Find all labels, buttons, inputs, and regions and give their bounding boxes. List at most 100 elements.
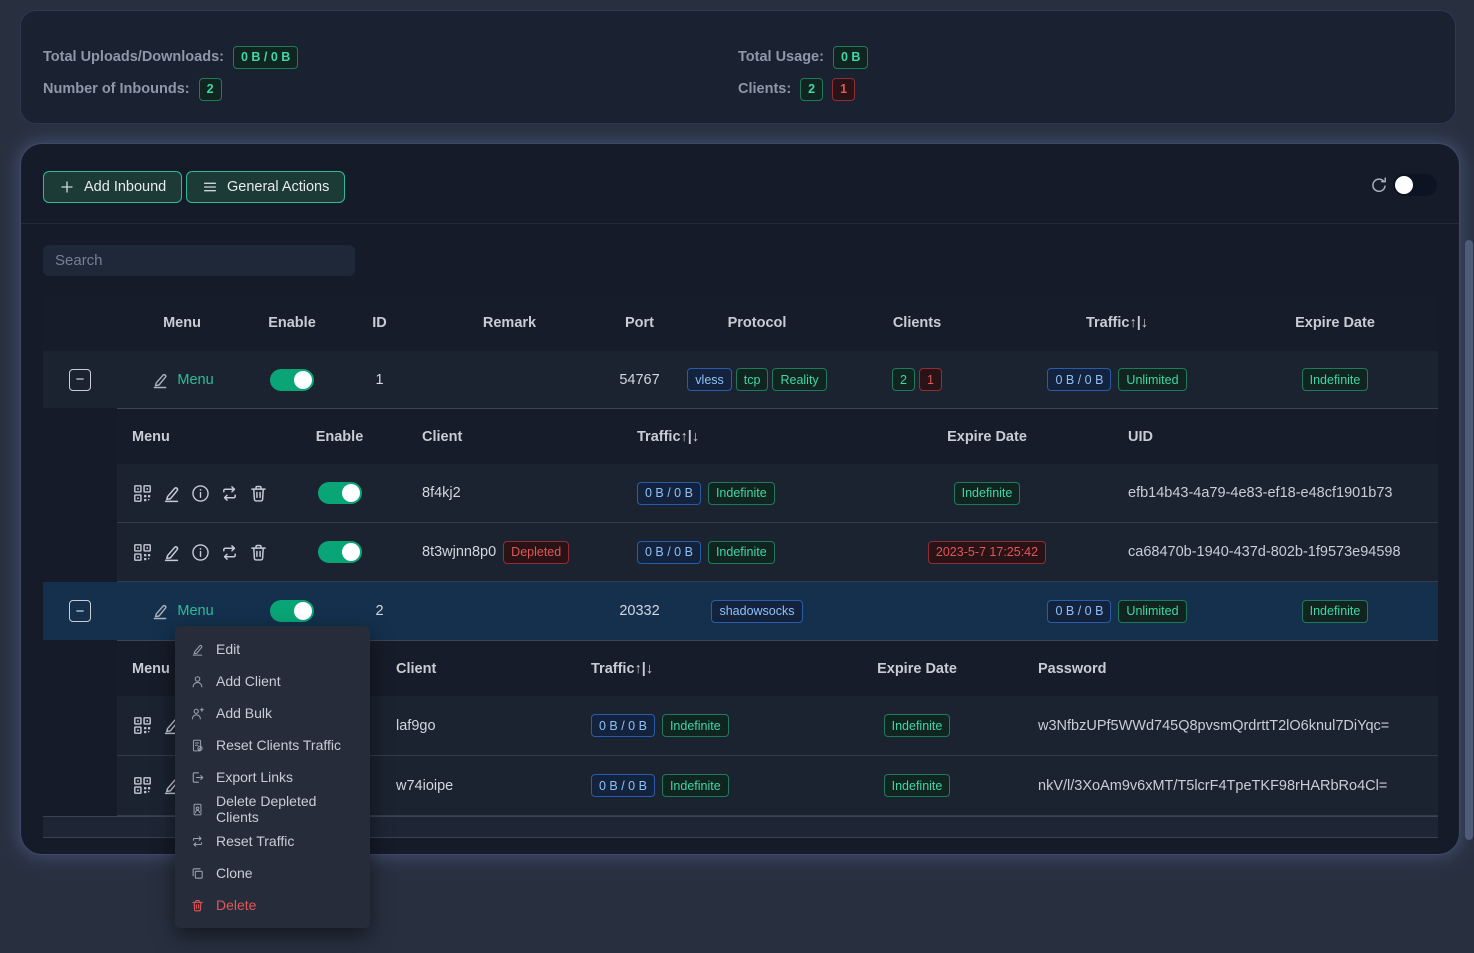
- remark-cell: [422, 351, 597, 408]
- clients-active-badge: 2: [800, 78, 823, 101]
- col-remark: Remark: [422, 295, 597, 351]
- expire-badge: Indefinite: [884, 774, 951, 797]
- col-uid: UID: [1072, 409, 1438, 464]
- expire-cell: Indefinite: [842, 756, 992, 815]
- traffic-limit-badge: Unlimited: [1118, 368, 1186, 391]
- delete-icon[interactable]: [248, 483, 269, 504]
- traffic-badge: 0 B / 0 B: [591, 774, 655, 797]
- port-cell: 20332: [597, 582, 682, 640]
- qr-code-icon[interactable]: [132, 542, 153, 563]
- info-icon[interactable]: [190, 483, 211, 504]
- client-name: laf9go: [382, 696, 582, 755]
- qr-code-icon[interactable]: [132, 715, 153, 736]
- qr-code-icon[interactable]: [132, 775, 153, 796]
- client-row: 8f4kj2 0 B / 0 B Indefinite Indefinite e…: [117, 464, 1438, 523]
- menu-item-add-bulk[interactable]: Add Bulk: [175, 697, 370, 729]
- protocol-badge: shadowsocks: [711, 600, 802, 623]
- expire-cell: Indefinite: [842, 696, 992, 755]
- enable-toggle[interactable]: [318, 541, 362, 563]
- menu-item-clone[interactable]: Clone: [175, 857, 370, 889]
- edit-icon[interactable]: [161, 542, 182, 563]
- reset-traffic-icon[interactable]: [219, 542, 240, 563]
- traffic-badge: 0 B / 0 B: [637, 482, 701, 505]
- client-actions: [117, 483, 297, 504]
- panel-toggle[interactable]: [1393, 174, 1437, 196]
- search-input[interactable]: [43, 245, 355, 276]
- reset-clients-traffic-icon: [190, 738, 205, 753]
- expire-cell: Indefinite: [1232, 582, 1438, 640]
- scrollbar-thumb[interactable]: [1465, 240, 1473, 840]
- traffic-cell: 0 B / 0 B Indefinite: [612, 464, 902, 522]
- edit-icon[interactable]: [161, 483, 182, 504]
- delete-icon[interactable]: [248, 542, 269, 563]
- info-icon[interactable]: [190, 542, 211, 563]
- add-inbound-label: Add Inbound: [84, 179, 166, 195]
- add-client-icon: [190, 674, 205, 689]
- clients-depleted-badge: 1: [832, 78, 855, 101]
- menu-item-reset-clients-traffic[interactable]: Reset Clients Traffic: [175, 729, 370, 761]
- table-header-row: Menu Enable ID Remark Port Protocol Clie…: [43, 295, 1438, 351]
- client-uid: ca68470b-1940-437d-802b-1f9573e94598: [1072, 523, 1438, 581]
- collapse-row-button[interactable]: −: [69, 600, 91, 622]
- expire-badge: Indefinite: [1302, 368, 1369, 391]
- collapse-row-button[interactable]: −: [69, 369, 91, 391]
- protocol-badge: vless: [687, 368, 731, 391]
- traffic-cell: 0 B / 0 B Unlimited: [1002, 351, 1232, 408]
- enable-toggle[interactable]: [270, 369, 314, 391]
- stat-total-uploads-downloads: Total Uploads/Downloads: 0 B / 0 B: [43, 45, 298, 69]
- col-menu: Menu: [117, 409, 297, 464]
- stat-label: Total Uploads/Downloads:: [43, 49, 224, 65]
- traffic-cell: 0 B / 0 B Indefinite: [582, 696, 842, 755]
- col-enable: Enable: [297, 409, 382, 464]
- toolbar-divider: [21, 223, 1459, 224]
- col-id: ID: [337, 295, 422, 351]
- clone-icon: [190, 866, 205, 881]
- menu-item-reset-traffic[interactable]: Reset Traffic: [175, 825, 370, 857]
- menu-item-delete-depleted-clients[interactable]: Delete Depleted Clients: [175, 793, 370, 825]
- traffic-limit-badge: Indefinite: [708, 541, 775, 564]
- col-expire-date: Expire Date: [842, 641, 992, 696]
- expire-cell: 2023-5-7 17:25:42: [902, 523, 1072, 581]
- refresh-icon[interactable]: [1369, 175, 1389, 195]
- col-enable: Enable: [247, 295, 337, 351]
- client-table-header: Menu Enable Client Traffic↑|↓ Expire Dat…: [117, 408, 1438, 464]
- reset-traffic-icon[interactable]: [219, 483, 240, 504]
- expire-badge: Indefinite: [884, 714, 951, 737]
- menu-item-edit[interactable]: Edit: [175, 633, 370, 665]
- col-traffic-sort[interactable]: Traffic↑|↓: [582, 641, 842, 696]
- enable-toggle[interactable]: [318, 482, 362, 504]
- stat-total-usage: Total Usage: 0 B: [738, 45, 868, 69]
- protocol-cell: vless tcp Reality: [682, 351, 832, 408]
- client-name: 8f4kj2: [382, 464, 612, 522]
- menu-item-add-client[interactable]: Add Client: [175, 665, 370, 697]
- col-traffic-sort[interactable]: Traffic↑|↓: [1002, 295, 1232, 351]
- edit-icon: [150, 601, 170, 621]
- client-name: 8t3wjnn8p0: [422, 544, 496, 560]
- menu-item-export-links[interactable]: Export Links: [175, 761, 370, 793]
- col-traffic-sort[interactable]: Traffic↑|↓: [612, 409, 902, 464]
- col-expire-date: Expire Date: [1232, 295, 1438, 351]
- expand-column-header: [43, 295, 117, 351]
- plus-icon: [59, 179, 75, 195]
- client-table-inbound-1: Menu Enable Client Traffic↑|↓ Expire Dat…: [117, 408, 1438, 582]
- col-client: Client: [382, 641, 582, 696]
- qr-code-icon[interactable]: [132, 483, 153, 504]
- traffic-cell: 0 B / 0 B Indefinite: [612, 523, 902, 581]
- client-password: w3NfbzUPf5WWd745Q8pvsmQrdrttT2lO6knul7Di…: [992, 696, 1438, 755]
- enable-toggle[interactable]: [270, 600, 314, 622]
- traffic-badge: 0 B / 0 B: [1047, 368, 1111, 391]
- add-inbound-button[interactable]: Add Inbound: [43, 171, 182, 203]
- clients-active-badge: 2: [892, 368, 915, 391]
- traffic-badge: 0 B / 0 B: [1047, 600, 1111, 623]
- client-uid: efb14b43-4a79-4e83-ef18-e48cf1901b73: [1072, 464, 1438, 522]
- inbound-context-menu: Edit Add Client Add Bulk Reset Clients T…: [175, 626, 370, 928]
- expire-badge: Indefinite: [1302, 600, 1369, 623]
- general-actions-button[interactable]: General Actions: [186, 171, 345, 203]
- col-clients: Clients: [832, 295, 1002, 351]
- menu-item-delete[interactable]: Delete: [175, 889, 370, 921]
- expire-badge: Indefinite: [954, 482, 1021, 505]
- delete-icon: [190, 898, 205, 913]
- col-password: Password: [992, 641, 1438, 696]
- row-menu-button[interactable]: Menu: [150, 370, 213, 390]
- row-menu-button[interactable]: Menu: [150, 601, 213, 621]
